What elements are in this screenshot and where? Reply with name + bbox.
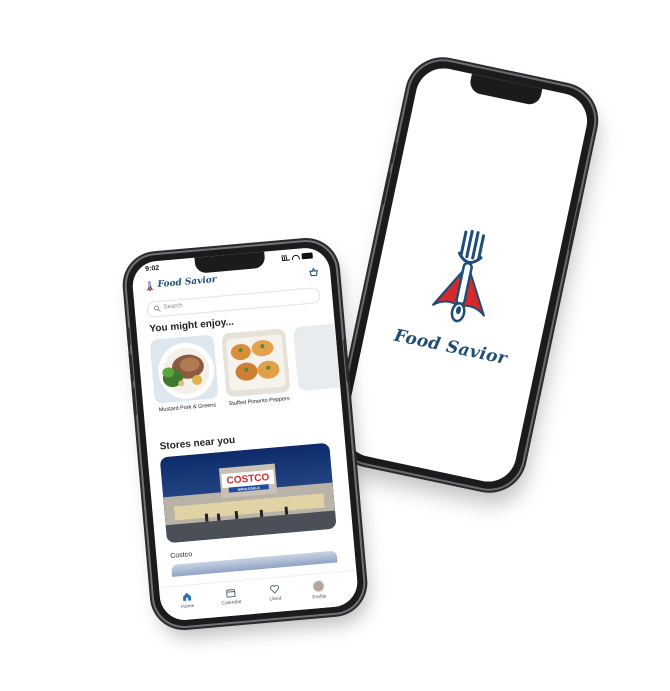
- wifi-icon: [291, 254, 300, 260]
- recipe-image: [221, 328, 291, 398]
- mockup-stage: Food Savior 9:02 Food Savior Search You …: [0, 0, 670, 691]
- tab-calendar[interactable]: Calendar: [215, 587, 246, 608]
- calendar-icon: [226, 589, 236, 598]
- fork-with-cape-logo: [146, 281, 154, 292]
- splash-screen: Food Savior: [339, 63, 593, 487]
- phone-splash: Food Savior: [331, 54, 601, 496]
- fork-with-cape-logo: [432, 229, 486, 323]
- tab-liked[interactable]: Liked: [259, 583, 290, 604]
- tab-label: Calendar: [221, 598, 243, 607]
- store-name: Costco: [170, 551, 193, 560]
- app-brand-name: Food Savior: [157, 274, 217, 291]
- status-icons: [281, 252, 313, 262]
- recipe-name: Stuffed Pimento Peppers: [228, 395, 290, 408]
- home-icon: [182, 592, 192, 602]
- tab-home[interactable]: Home: [172, 590, 203, 611]
- tab-profile[interactable]: Profile: [303, 579, 335, 602]
- basket-icon[interactable]: [309, 267, 319, 277]
- recipe-card[interactable]: Stuffed Pimento Peppers: [221, 328, 293, 425]
- recipe-image: [149, 334, 219, 404]
- recipe-name: Mustard Pork & Greens: [158, 402, 217, 414]
- recipe-card[interactable]: Mustard Pork & Greens: [149, 334, 221, 431]
- store-image[interactable]: COSTCO WHOLESALE: [159, 442, 337, 544]
- recipe-carousel[interactable]: Mustard Pork & Greens Stuffed Pimento Pe…: [149, 321, 360, 432]
- tab-label: Liked: [269, 595, 282, 603]
- tab-label: Home: [180, 603, 195, 611]
- search-placeholder: Search: [163, 302, 183, 311]
- heart-icon: [269, 584, 280, 594]
- avatar: [312, 579, 326, 593]
- status-time: 9:02: [144, 264, 160, 274]
- phone-app: 9:02 Food Savior Search You might enjoy.…: [124, 239, 366, 629]
- tab-label: Profile: [312, 593, 327, 601]
- battery-icon: [301, 252, 313, 260]
- section-title-recommendations: You might enjoy...: [149, 316, 235, 335]
- section-title-stores: Stores near you: [159, 434, 236, 453]
- signal-icon: [281, 254, 291, 262]
- search-icon: [154, 305, 161, 312]
- app-screen: 9:02 Food Savior Search You might enjoy.…: [130, 246, 360, 622]
